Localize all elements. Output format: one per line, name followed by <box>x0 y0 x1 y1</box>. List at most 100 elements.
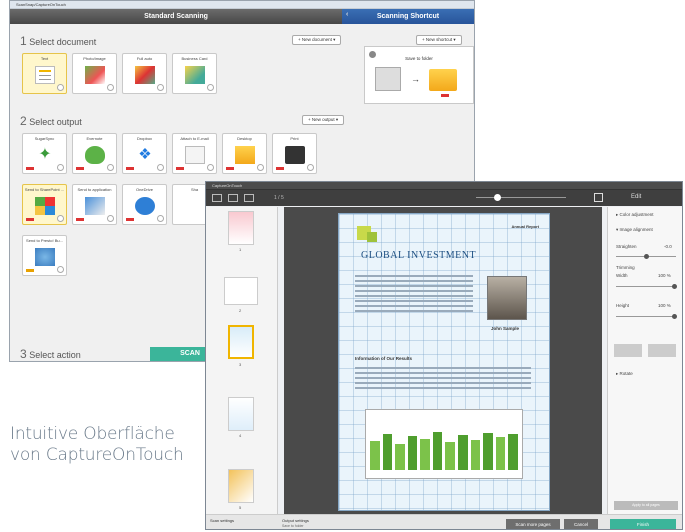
thumbnail-number: 1 <box>239 247 242 252</box>
output-tile-sugarsync[interactable]: SugarSync ✦ <box>22 133 67 174</box>
scan-more-pages-button[interactable]: Scan more pages <box>506 519 560 529</box>
section-select-action: 3 Select action <box>20 347 81 361</box>
full-auto-icon <box>135 66 155 84</box>
dropbox-icon: ❖ <box>138 146 152 163</box>
trim-button-2[interactable] <box>648 344 676 357</box>
section-select-document: 1 Select document <box>20 34 96 48</box>
output-tile-presto[interactable]: Send to Presto! Bu... <box>22 235 67 276</box>
thumbnail-2[interactable] <box>224 277 258 305</box>
apply-to-all-button[interactable]: Apply to all pages <box>614 501 678 510</box>
document-tile-text[interactable]: Text <box>22 53 67 94</box>
thumbnail-4[interactable] <box>228 397 254 431</box>
zoom-slider[interactable] <box>476 194 566 201</box>
section-select-output: 2 Select output <box>20 114 82 128</box>
document-tile-business-card[interactable]: Business Card <box>172 53 217 94</box>
onedrive-icon <box>135 197 155 215</box>
output-settings-label[interactable]: Output settings <box>282 518 309 523</box>
edit-icon[interactable] <box>157 164 164 171</box>
section-label: Select document <box>29 37 97 47</box>
output-tile-evernote[interactable]: Evernote <box>72 133 117 174</box>
document-tile-photo[interactable]: Photo/image <box>72 53 117 94</box>
edit-icon[interactable] <box>157 215 164 222</box>
presto-icon <box>35 248 55 266</box>
image-alignment-section[interactable]: ▾ Image alignment <box>616 227 653 233</box>
edit-icon[interactable] <box>107 215 114 222</box>
thumbnail-number: 4 <box>239 433 242 438</box>
trim-button-1[interactable] <box>614 344 642 357</box>
finish-button[interactable]: Finish <box>610 519 676 529</box>
chevron-left-icon[interactable]: ‹ <box>346 11 348 18</box>
grid-icon[interactable] <box>594 193 603 202</box>
caption: Intuitive Oberfläche von CaptureOnTouch <box>10 424 184 466</box>
shortcut-label: Save to folder <box>405 56 433 61</box>
sharepoint-icon <box>35 197 55 215</box>
output-tile-sharepoint[interactable]: Send to SharePoint ... <box>22 184 67 225</box>
arrow-right-icon: → <box>411 74 420 84</box>
edit-icon[interactable] <box>57 215 64 222</box>
edit-icon[interactable] <box>157 84 164 91</box>
new-document-dropdown[interactable]: + New document ▾ <box>292 35 342 45</box>
shortcut-tile-save-to-folder[interactable]: Save to folder → <box>364 46 474 104</box>
doc-subhead: Information of Our Results <box>355 356 413 361</box>
page-indicator: 1 / 5 <box>274 195 284 201</box>
edit-icon[interactable] <box>207 84 214 91</box>
capture-on-touch-edit-window: CaptureOnTouch 1 / 5 Edit 1 2 3 4 5 Annu… <box>205 181 683 530</box>
width-slider[interactable] <box>616 284 677 289</box>
thumbnail-number: 2 <box>239 308 242 313</box>
thumbnail-1[interactable] <box>228 211 254 245</box>
grid-view-icon[interactable] <box>212 194 222 202</box>
straighten-slider[interactable] <box>616 254 676 259</box>
output-tile-onedrive[interactable]: OneDrive <box>122 184 167 225</box>
scanning-shortcut-tab[interactable]: ‹ Scanning Shortcut <box>342 9 474 24</box>
text-doc-icon <box>35 66 55 84</box>
scan-settings-label[interactable]: Scan settings <box>210 518 234 523</box>
height-value: 100 % <box>658 303 671 308</box>
rotate-section[interactable]: ▸ Rotate <box>616 371 633 377</box>
edit-icon[interactable] <box>307 164 314 171</box>
edit-icon[interactable] <box>207 164 214 171</box>
color-adjustment-section[interactable]: ▸ Color adjustment <box>616 212 654 218</box>
header-bar: Standard Scanning ‹ Scanning Shortcut <box>10 9 474 24</box>
business-card-icon <box>185 66 205 84</box>
document-tile-full-auto[interactable]: Full auto <box>122 53 167 94</box>
thumbnail-panel[interactable]: 1 2 3 4 5 <box>206 207 278 514</box>
output-tile-send-to-application[interactable]: Send to application <box>72 184 117 225</box>
new-output-dropdown[interactable]: + New output ▾ <box>302 115 345 125</box>
section-number: 2 <box>20 114 27 128</box>
title-bar: CaptureOnTouch <box>206 182 682 190</box>
section-number: 1 <box>20 34 27 48</box>
thumbnail-number: 5 <box>239 505 242 510</box>
list-view-icon[interactable] <box>228 194 238 202</box>
status-dot-icon <box>369 51 376 58</box>
output-tile-print[interactable]: Print <box>272 133 317 174</box>
edit-icon[interactable] <box>257 164 264 171</box>
folder-icon <box>235 146 255 164</box>
section-label: Select action <box>29 350 81 360</box>
width-value: 100 % <box>658 273 671 278</box>
status-bar: Scan settings Output settings Save to fo… <box>206 514 682 529</box>
edit-icon[interactable] <box>57 266 64 273</box>
edit-icon[interactable] <box>107 84 114 91</box>
section-number: 3 <box>20 347 27 361</box>
title-bar: ScanSnap/CaptureOnTouch <box>10 1 474 9</box>
doc-tag: Annual Report <box>511 224 539 229</box>
preview-canvas[interactable]: Annual Report GLOBAL INVESTMENT John Sam… <box>284 207 602 514</box>
height-slider[interactable] <box>616 314 677 319</box>
doc-body-text-2 <box>355 364 531 392</box>
edit-icon[interactable] <box>107 164 114 171</box>
person-name: John Sample <box>491 326 520 331</box>
edit-icon[interactable] <box>57 84 64 91</box>
output-settings-value: Save to folder <box>282 524 304 528</box>
thumbnail-3-selected[interactable] <box>228 325 254 359</box>
sugarsync-icon: ✦ <box>38 146 52 163</box>
thumbnail-5[interactable] <box>228 469 254 503</box>
multi-view-icon[interactable] <box>244 194 254 202</box>
logo-shape-2 <box>367 232 377 242</box>
output-tile-dropbox[interactable]: Dropbox ❖ <box>122 133 167 174</box>
edit-icon[interactable] <box>57 164 64 171</box>
cancel-button[interactable]: Cancel <box>564 519 598 529</box>
new-shortcut-dropdown[interactable]: + New shortcut ▾ <box>416 35 462 45</box>
red-tag-icon <box>441 94 449 97</box>
output-tile-desktop[interactable]: Desktop <box>222 133 267 174</box>
output-tile-email[interactable]: Attach to E-mail <box>172 133 217 174</box>
